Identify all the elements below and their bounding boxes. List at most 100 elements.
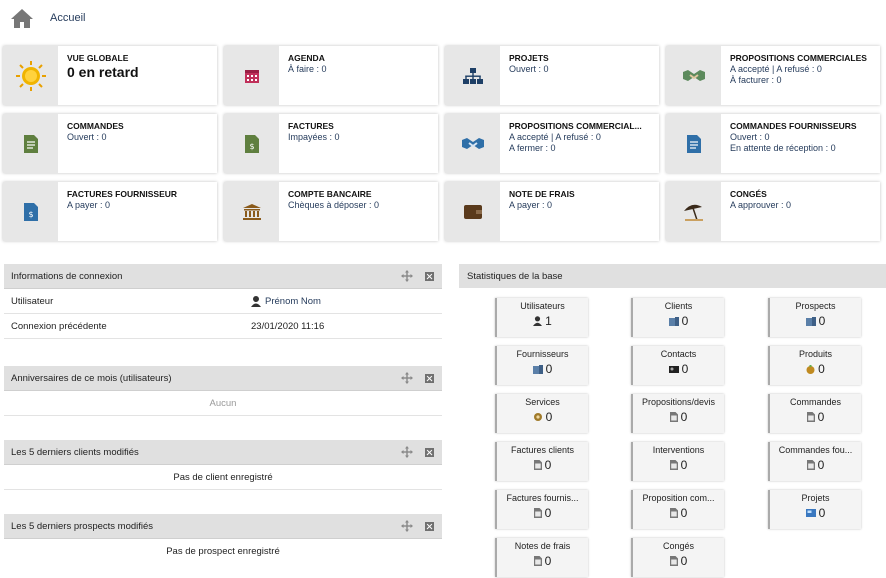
close-icon[interactable] <box>425 373 434 383</box>
tile-overview[interactable]: VUE GLOBALE 0 en retard <box>3 46 217 105</box>
birthdays-panel: Anniversaires de ce mois (utilisateurs) … <box>4 366 442 416</box>
tile-line: Chèques à déposer : 0 <box>288 200 380 210</box>
panel-title: Anniversaires de ce mois (utilisateurs) <box>11 372 172 384</box>
stat-label: Factures fournis... <box>506 493 579 503</box>
tile-line: A payer : 0 <box>509 200 553 210</box>
database-stats-panel: Statistiques de la base Utilisateurs 1 Cli… <box>459 264 886 578</box>
doc-icon <box>669 556 678 566</box>
tile-orders[interactable]: COMMANDES Ouvert : 0 <box>3 114 217 173</box>
panel-title: Statistiques de la base <box>467 270 563 282</box>
stat-box[interactable]: Factures fournis... 0 <box>495 490 588 529</box>
stat-label: Congés <box>662 541 695 551</box>
tile-expense-report[interactable]: NOTE DE FRAIS A payer : 0 <box>445 182 659 241</box>
tile-invoices[interactable]: $ FACTURES Impayées : 0 <box>224 114 438 173</box>
stat-box[interactable]: Notes de frais 0 <box>495 538 588 577</box>
stat-value: 0 <box>681 362 689 376</box>
product-icon <box>806 364 815 374</box>
building-icon <box>668 316 679 326</box>
stat-value: 1 <box>545 314 552 328</box>
stat-label: Produits <box>798 349 833 359</box>
table-row: Utilisateur Prénom Nom <box>4 289 442 314</box>
doc-icon <box>806 460 815 470</box>
stat-value-wrap: 0 <box>633 362 724 376</box>
stat-box[interactable]: Commandes 0 <box>768 394 861 433</box>
stat-value-wrap: 0 <box>497 362 588 376</box>
stat-value-wrap: 0 <box>497 554 588 568</box>
close-icon[interactable] <box>425 271 434 281</box>
stat-box[interactable]: Services 0 <box>495 394 588 433</box>
stat-label: Clients <box>664 301 693 311</box>
stat-value-wrap: 0 <box>770 506 861 520</box>
tile-projects[interactable]: PROJETS Ouvert : 0 <box>445 46 659 105</box>
stat-box[interactable]: Proposition com... 0 <box>631 490 724 529</box>
stat-box[interactable]: Commandes fou... 0 <box>768 442 861 481</box>
stat-box[interactable]: Clients 0 <box>631 298 724 337</box>
tile-title: FACTURES <box>288 121 334 131</box>
panel-header: Les 5 derniers clients modifiés <box>4 440 442 465</box>
stat-box[interactable]: Projets 0 <box>768 490 861 529</box>
home-icon[interactable] <box>10 7 34 29</box>
doc-icon <box>669 460 678 470</box>
tile-proposals-2[interactable]: PROPOSITIONS COMMERCIAL... A accepté | A … <box>445 114 659 173</box>
move-icon[interactable] <box>401 372 413 384</box>
stat-label: Interventions <box>652 445 705 455</box>
stat-value: 0 <box>680 554 688 568</box>
document-icon <box>686 134 701 153</box>
user-link-wrap: Prénom Nom <box>251 295 321 307</box>
tile-title: VUE GLOBALE <box>67 53 129 63</box>
close-icon[interactable] <box>425 521 434 531</box>
tile-line: A accepté | A refusé : 0 <box>730 64 822 74</box>
tile-line: Impayées : 0 <box>288 132 340 142</box>
user-icon <box>251 295 261 307</box>
stat-box[interactable]: Contacts 0 <box>631 346 724 385</box>
service-icon <box>533 412 543 422</box>
stat-value: 0 <box>818 362 825 376</box>
invoice-icon: $ <box>244 134 259 153</box>
wallet-icon <box>463 204 482 219</box>
stat-box[interactable]: Prospects 0 <box>768 298 861 337</box>
move-icon[interactable] <box>401 270 413 282</box>
stat-value-wrap: 0 <box>633 458 724 472</box>
tile-supplier-orders[interactable]: COMMANDES FOURNISSEURS Ouvert : 0 En atten… <box>666 114 880 173</box>
tile-leave[interactable]: CONGÉS A approuver : 0 <box>666 182 880 241</box>
last-clients-panel: Les 5 derniers clients modifiés Pas de c… <box>4 440 442 490</box>
stat-label: Utilisateurs <box>520 301 565 311</box>
move-icon[interactable] <box>401 446 413 458</box>
stat-label: Factures clients <box>510 445 575 455</box>
building-icon <box>532 364 543 374</box>
panel-header: Anniversaires de ce mois (utilisateurs) <box>4 366 442 391</box>
close-icon[interactable] <box>425 447 434 457</box>
stat-value: 0 <box>545 410 553 424</box>
stat-value: 0 <box>544 506 552 520</box>
stat-value-wrap: 0 <box>633 410 724 424</box>
tile-supplier-invoices[interactable]: $ FACTURES FOURNISSEUR A payer : 0 <box>3 182 217 241</box>
doc-icon <box>533 460 542 470</box>
breadcrumb: Accueil <box>10 6 85 30</box>
stat-box[interactable]: Fournisseurs 0 <box>495 346 588 385</box>
stat-label: Commandes fou... <box>778 445 853 455</box>
stat-value: 0 <box>545 362 553 376</box>
stat-box[interactable]: Produits 0 <box>768 346 861 385</box>
tile-agenda[interactable]: AGENDA À faire : 0 <box>224 46 438 105</box>
stat-value: 0 <box>818 314 826 328</box>
calendar-icon <box>244 69 259 83</box>
stat-box[interactable]: Congés 0 <box>631 538 724 577</box>
empty-message: Pas de prospect enregistré <box>166 545 280 557</box>
stat-box[interactable]: Factures clients 0 <box>495 442 588 481</box>
document-icon <box>23 134 38 153</box>
invoice-icon: $ <box>23 202 38 221</box>
breadcrumb-home-link[interactable]: Accueil <box>50 12 85 24</box>
stat-box[interactable]: Interventions 0 <box>631 442 724 481</box>
stat-box[interactable]: Utilisateurs 1 <box>495 298 588 337</box>
tile-line: A payer : 0 <box>67 200 111 210</box>
tile-line: A accepté | A refusé : 0 <box>509 132 601 142</box>
tile-proposals[interactable]: PROPOSITIONS COMMERCIALES A accepté | A r… <box>666 46 880 105</box>
row-label: Utilisateur <box>11 295 54 307</box>
move-icon[interactable] <box>401 520 413 532</box>
stat-box[interactable]: Propositions/devis 0 <box>631 394 724 433</box>
panel-header: Les 5 derniers prospects modifiés <box>4 514 442 539</box>
empty-message: Aucun <box>4 391 442 416</box>
user-link[interactable]: Prénom Nom <box>265 296 321 307</box>
tile-bank-account[interactable]: COMPTE BANCAIRE Chèques à déposer : 0 <box>224 182 438 241</box>
panel-title: Les 5 derniers clients modifiés <box>11 446 139 458</box>
